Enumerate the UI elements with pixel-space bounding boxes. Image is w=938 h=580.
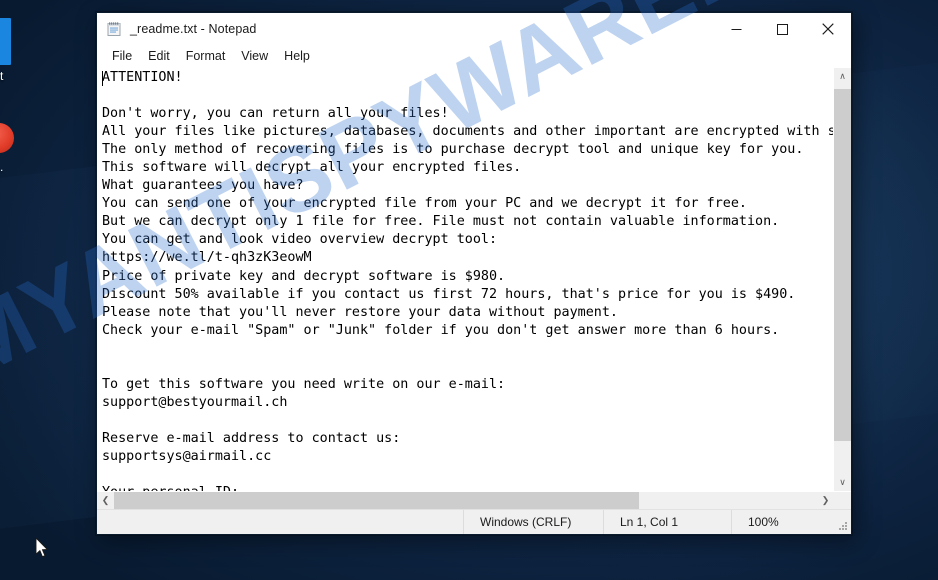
window-controls <box>713 13 851 45</box>
minimize-button[interactable] <box>713 13 759 45</box>
menu-item-help[interactable]: Help <box>276 47 318 65</box>
notepad-icon <box>106 21 122 37</box>
menu-item-format[interactable]: Format <box>178 47 234 65</box>
resize-grip[interactable] <box>838 521 848 531</box>
desktop-icon-label-2: . <box>0 160 4 174</box>
status-line-ending: Windows (CRLF) <box>463 510 603 534</box>
text-editor[interactable]: ATTENTION! Don't worry, you can return a… <box>97 68 833 491</box>
desktop-icon-label-1: t <box>0 69 4 83</box>
desktop-icon-blue-tile[interactable] <box>0 18 11 65</box>
window-title: _readme.txt - Notepad <box>130 22 257 36</box>
text-caret <box>102 71 103 86</box>
title-bar[interactable]: _readme.txt - Notepad <box>97 13 851 45</box>
scroll-down-arrow-icon[interactable]: ∨ <box>834 474 851 491</box>
status-cursor-position: Ln 1, Col 1 <box>603 510 731 534</box>
scrollbar-corner <box>834 492 851 509</box>
close-icon <box>822 23 834 35</box>
horizontal-scrollbar-thumb[interactable] <box>114 492 639 509</box>
vertical-scrollbar-track[interactable] <box>834 85 851 474</box>
menu-item-edit[interactable]: Edit <box>140 47 178 65</box>
ransom-note-text: ATTENTION! Don't worry, you can return a… <box>102 70 833 491</box>
scroll-right-arrow-icon[interactable]: ❯ <box>817 492 834 509</box>
menu-item-view[interactable]: View <box>233 47 276 65</box>
horizontal-scrollbar-track[interactable] <box>114 492 817 509</box>
desktop: t . _readme.txt - Notepad File Edit Form… <box>0 0 938 580</box>
mouse-cursor <box>35 537 50 564</box>
vertical-scrollbar[interactable]: ∧ ∨ <box>833 68 851 491</box>
desktop-icon-red-circle[interactable] <box>0 123 14 153</box>
notepad-window: _readme.txt - Notepad File Edit Format V… <box>96 12 852 535</box>
maximize-icon <box>776 23 788 35</box>
scroll-up-arrow-icon[interactable]: ∧ <box>834 68 851 85</box>
menu-item-file[interactable]: File <box>104 47 140 65</box>
vertical-scrollbar-thumb[interactable] <box>834 89 851 441</box>
scroll-left-arrow-icon[interactable]: ❮ <box>97 492 114 509</box>
close-button[interactable] <box>805 13 851 45</box>
status-bar: Windows (CRLF) Ln 1, Col 1 100% <box>97 509 851 534</box>
menu-bar: File Edit Format View Help <box>97 45 851 67</box>
horizontal-scrollbar[interactable]: ❮ ❯ <box>97 491 851 509</box>
minimize-icon <box>731 28 741 30</box>
status-zoom-level: 100% <box>731 510 851 534</box>
maximize-button[interactable] <box>759 13 805 45</box>
editor-area: ATTENTION! Don't worry, you can return a… <box>97 67 851 491</box>
